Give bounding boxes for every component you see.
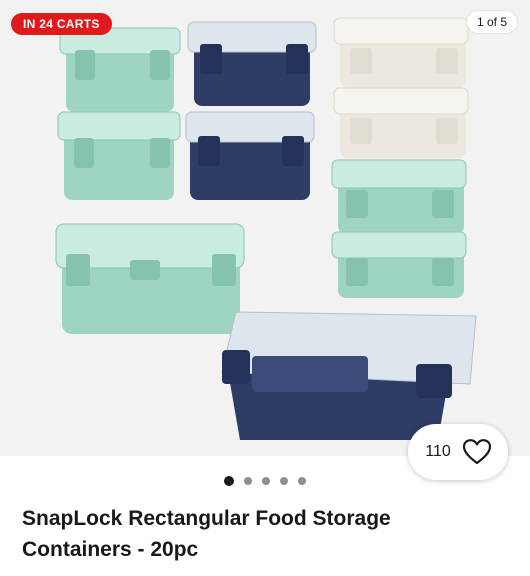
- in-carts-badge: IN 24 CARTS: [11, 13, 112, 35]
- pagination-dot-4[interactable]: [280, 477, 288, 485]
- image-counter: 1 of 5: [466, 11, 517, 33]
- pagination-dot-1[interactable]: [224, 476, 234, 486]
- pagination-dot-3[interactable]: [262, 477, 270, 485]
- navy-container-small-1: [187, 21, 317, 106]
- watch-count: 110: [425, 443, 451, 460]
- cream-container-1: [333, 17, 469, 88]
- listing-title: SnapLock Rectangular Food Storage Contai…: [22, 507, 391, 561]
- mint-container-large: [55, 223, 245, 334]
- mint-container-right-1: [331, 159, 467, 234]
- pagination-dot-5[interactable]: [298, 477, 306, 485]
- mint-container-small-1: [59, 27, 181, 112]
- navy-container-small-2: [185, 111, 315, 200]
- product-image-gallery[interactable]: IN 24 CARTS 1 of 5: [0, 0, 530, 456]
- watch-button[interactable]: 110: [408, 424, 508, 480]
- navy-container-large: [221, 311, 477, 440]
- mint-container-right-2: [331, 231, 467, 298]
- pagination-dot-2[interactable]: [244, 477, 252, 485]
- cream-container-2: [333, 87, 469, 158]
- mint-container-small-2: [57, 111, 181, 200]
- product-image: [55, 17, 477, 440]
- heart-outline-icon: [462, 439, 491, 465]
